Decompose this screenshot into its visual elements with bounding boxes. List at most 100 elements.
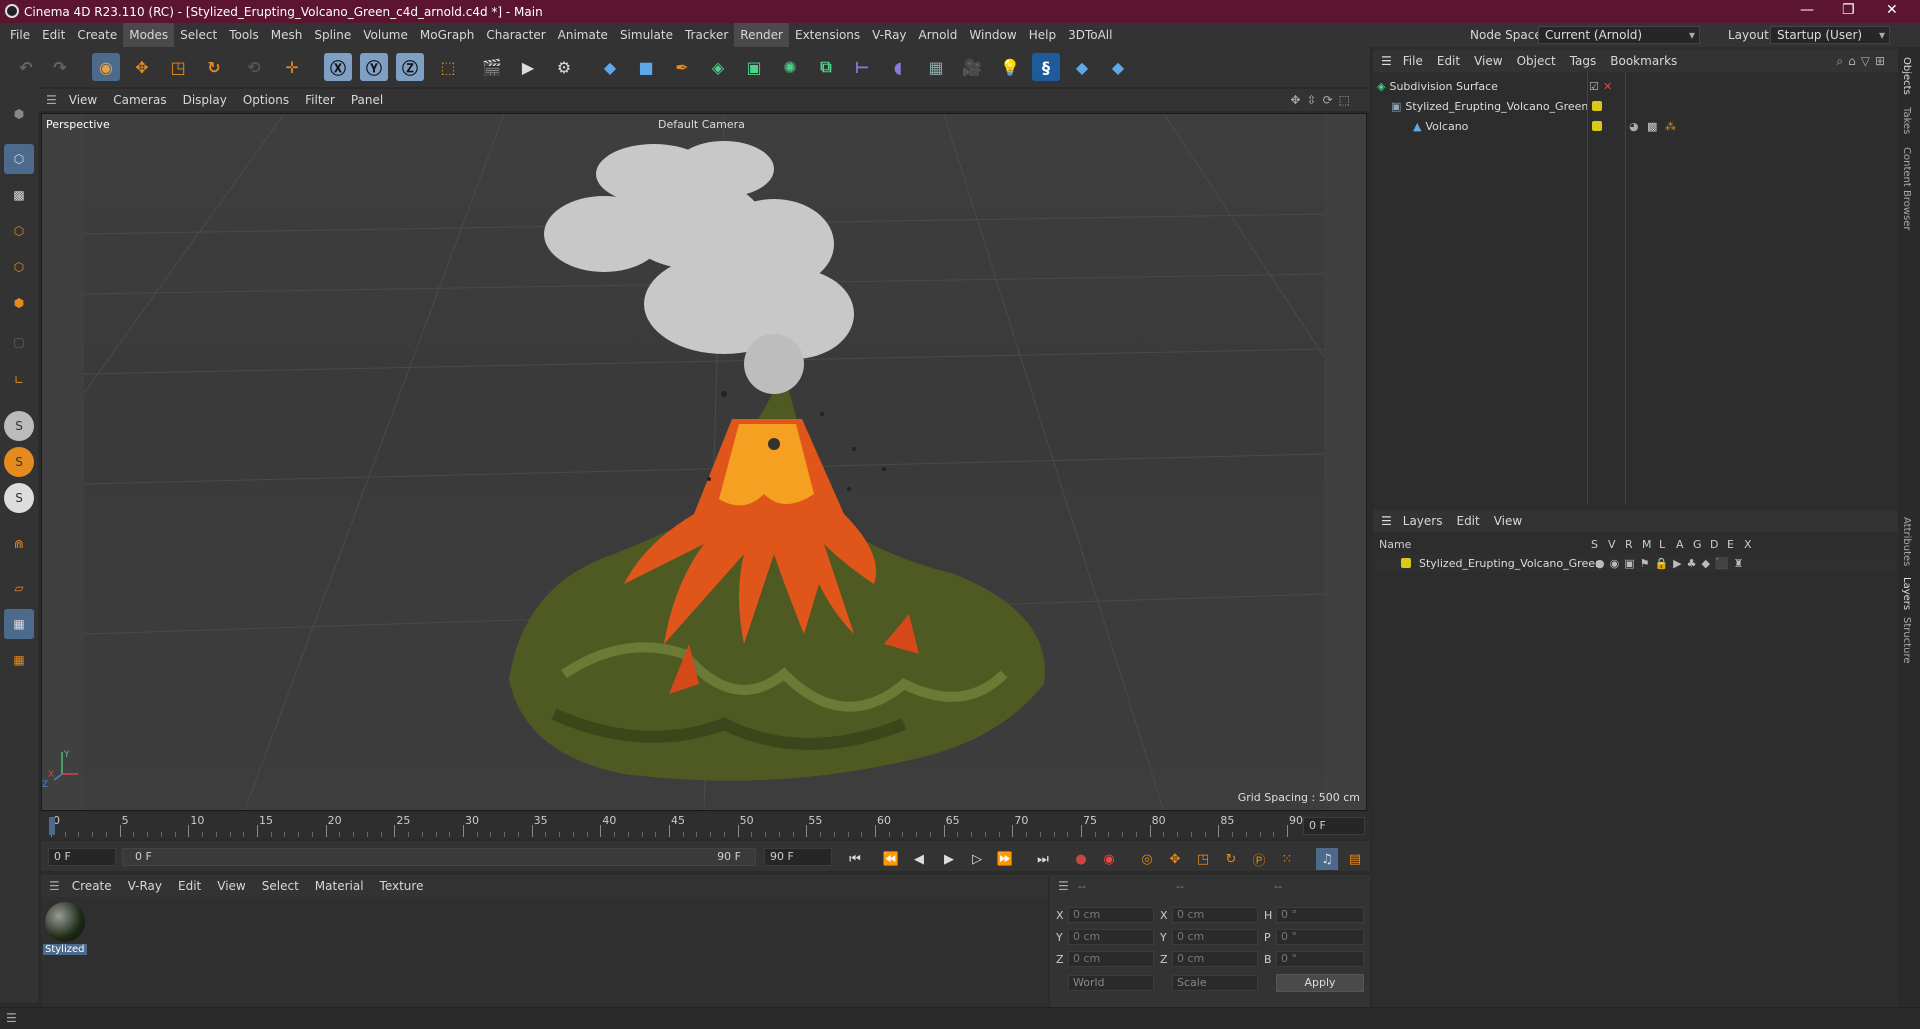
layers-col-v[interactable]: V (1608, 538, 1625, 551)
pos-x-field[interactable]: 0 cm (1068, 907, 1154, 923)
menu-vray[interactable]: V-Ray (866, 23, 912, 47)
render-settings-icon[interactable]: ⚙ (550, 53, 578, 81)
previous-key-icon[interactable]: ⏪ (880, 848, 902, 870)
layers-menu-edit[interactable]: Edit (1449, 514, 1486, 528)
size-mode-select[interactable]: Scale (1172, 975, 1258, 991)
tab-objects[interactable]: Objects (1901, 57, 1912, 95)
deformer-icon[interactable]: ⊢ (848, 53, 876, 81)
viewport-camera-name[interactable]: Default Camera (658, 118, 745, 131)
key-rotation-icon[interactable]: ↻ (1220, 848, 1242, 870)
layer-row[interactable]: Stylized_Erupting_Volcano_Green ●◉▣⚑🔒▶♣◆… (1377, 554, 1897, 572)
material-menu-material[interactable]: Material (307, 879, 372, 893)
render-view-icon[interactable]: 🎬 (478, 53, 506, 81)
menu-animate[interactable]: Animate (552, 23, 614, 47)
menu-modes[interactable]: Modes (123, 23, 175, 47)
arnold-icon[interactable]: § (1032, 53, 1060, 81)
menu-mograph[interactable]: MoGraph (414, 23, 481, 47)
layers-col-r[interactable]: R (1625, 538, 1642, 551)
layers-col-x[interactable]: X (1744, 538, 1761, 551)
objects-menu-view[interactable]: View (1467, 54, 1509, 68)
cube-icon[interactable]: ■ (632, 53, 660, 81)
object-name[interactable]: Subdivision Surface (1389, 80, 1497, 93)
layer-color-swatch[interactable] (1401, 558, 1411, 568)
autokey-icon[interactable]: ◉ (1098, 848, 1120, 870)
recent-tool-icon[interactable]: ⟲ (240, 53, 268, 81)
pos-y-field[interactable]: 0 cm (1068, 929, 1154, 945)
menu-edit[interactable]: Edit (36, 23, 71, 47)
menu-render[interactable]: Render (734, 23, 789, 47)
tab-structure[interactable]: Structure (1901, 617, 1912, 664)
max-frame-field[interactable]: 90 F (764, 848, 832, 866)
menu-arnold[interactable]: Arnold (913, 23, 964, 47)
object-name[interactable]: Volcano (1425, 120, 1468, 133)
arnold-tag-icon[interactable]: ⁂ (1665, 120, 1676, 133)
magnet-icon[interactable]: ⋒ (4, 529, 34, 559)
undo-icon[interactable]: ↶ (12, 53, 40, 81)
material-thumbnail[interactable] (45, 902, 85, 942)
material-menu-icon[interactable]: ☰ (49, 879, 60, 893)
material-menu-texture[interactable]: Texture (372, 879, 432, 893)
viewport-menu-display[interactable]: Display (175, 93, 235, 107)
quantize-icon[interactable]: S (4, 483, 34, 513)
key-parameter-icon[interactable]: Ⓟ (1248, 848, 1270, 870)
texture-mode-icon[interactable]: ▩ (4, 180, 34, 210)
menu-window[interactable]: Window (963, 23, 1022, 47)
layers-menu-view[interactable]: View (1487, 514, 1529, 528)
points-mode-icon[interactable]: ⬡ (4, 216, 34, 246)
menu-mesh[interactable]: Mesh (265, 23, 309, 47)
coords-menu-icon[interactable]: ☰ (1058, 879, 1069, 893)
previous-frame-icon[interactable]: ◀ (908, 848, 930, 870)
apply-button[interactable]: Apply (1276, 974, 1364, 992)
light-icon[interactable]: 💡 (996, 53, 1024, 81)
polygons-mode-icon[interactable]: ⬢ (4, 288, 34, 318)
make-editable-icon[interactable]: ⬢ (4, 99, 34, 129)
play-icon[interactable]: ▶ (938, 848, 960, 870)
timeline-window-icon[interactable]: ▤ (1344, 848, 1366, 870)
objects-menu-icon[interactable]: ☰ (1381, 54, 1392, 68)
viewport[interactable]: Perspective Default Camera Grid Spacing … (41, 113, 1367, 811)
record-icon[interactable]: ● (1070, 848, 1092, 870)
current-frame-field[interactable]: 0 F (48, 848, 116, 866)
objects-menu-object[interactable]: Object (1510, 54, 1563, 68)
y-axis-lock-icon[interactable]: Ⓨ (360, 53, 388, 81)
next-key-icon[interactable]: ⏩ (994, 848, 1016, 870)
viewport-menu-view[interactable]: View (61, 93, 105, 107)
size-x-field[interactable]: 0 cm (1172, 907, 1258, 923)
viewport-menu-options[interactable]: Options (235, 93, 297, 107)
extrude-icon[interactable]: ▣ (740, 53, 768, 81)
rotate-icon[interactable]: ↻ (200, 53, 228, 81)
key-scale-icon[interactable]: ◳ (1192, 848, 1214, 870)
frame-range-slider[interactable]: 0 F 90 F (122, 848, 756, 866)
menu-tools[interactable]: Tools (223, 23, 265, 47)
python-icon[interactable]: ◆ (596, 53, 624, 81)
cloner-icon[interactable]: ⧉ (812, 53, 840, 81)
locked-workplane-icon[interactable]: ▦ (4, 645, 34, 675)
layers-col-e[interactable]: E (1727, 538, 1744, 551)
go-to-end-icon[interactable]: ⏭ (1032, 848, 1054, 870)
python-script-2-icon[interactable]: ◆ (1104, 53, 1132, 81)
go-to-start-icon[interactable]: ⏮ (844, 848, 866, 870)
tab-takes[interactable]: Takes (1901, 107, 1912, 134)
material-tag-icon[interactable]: ◕ (1629, 120, 1639, 133)
z-axis-lock-icon[interactable]: Ⓩ (396, 53, 424, 81)
menu-select[interactable]: Select (174, 23, 223, 47)
array-icon[interactable]: ✺ (776, 53, 804, 81)
layer-name[interactable]: Stylized_Erupting_Volcano_Green (1419, 557, 1602, 570)
menu-spline[interactable]: Spline (308, 23, 357, 47)
layers-col-s[interactable]: S (1591, 538, 1608, 551)
layers-col-a[interactable]: A (1676, 538, 1693, 551)
field-icon[interactable]: ◖ (884, 53, 912, 81)
close-icon[interactable]: ✕ (1886, 2, 1898, 18)
python-script-icon[interactable]: ◆ (1068, 53, 1096, 81)
object-name[interactable]: Stylized_Erupting_Volcano_Green (1405, 100, 1588, 113)
render-picture-viewer-icon[interactable]: ▶ (514, 53, 542, 81)
objects-menu-edit[interactable]: Edit (1430, 54, 1467, 68)
layout-select[interactable]: Startup (User) (1770, 26, 1890, 44)
menu-character[interactable]: Character (480, 23, 551, 47)
x-axis-lock-icon[interactable]: Ⓧ (324, 53, 352, 81)
object-row[interactable]: ◈ Subdivision Surface ☑ ✕ (1377, 77, 1897, 95)
layer-toggle-icons[interactable]: ●◉▣⚑🔒▶♣◆⬛♜ (1595, 557, 1749, 570)
pen-icon[interactable]: ✒ (668, 53, 696, 81)
menu-file[interactable]: File (4, 23, 36, 47)
menu-volume[interactable]: Volume (357, 23, 414, 47)
